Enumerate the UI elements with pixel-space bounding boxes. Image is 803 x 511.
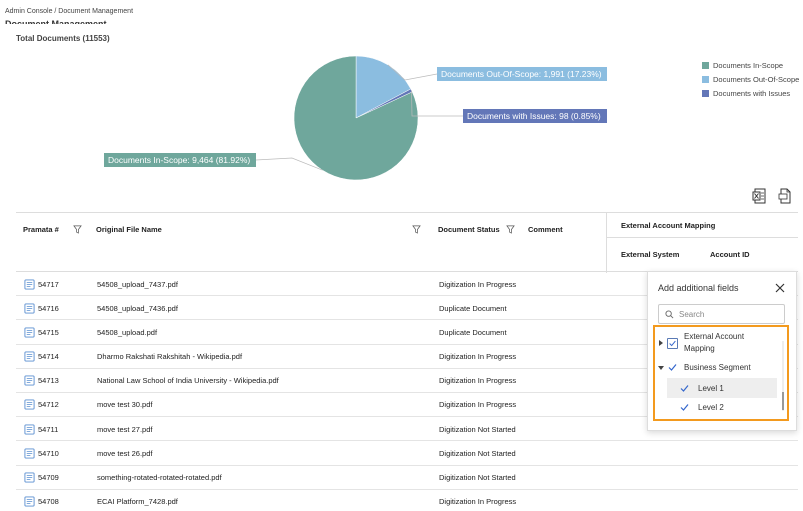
popup-title: Add additional fields bbox=[658, 283, 739, 293]
cell-pramata-id[interactable]: 54709 bbox=[24, 466, 59, 490]
cell-document-status: Duplicate Document bbox=[439, 303, 507, 313]
pdf-export-icon[interactable] bbox=[778, 188, 792, 204]
field-label: External Account bbox=[684, 332, 745, 341]
cell-pramata-id[interactable]: 54710 bbox=[24, 441, 59, 465]
legend-swatch bbox=[702, 89, 709, 97]
table-row[interactable]: 54708 ECAI Platform_7428.pdf Digitization … bbox=[16, 490, 798, 511]
cell-pramata-id[interactable]: 54715 bbox=[24, 320, 59, 344]
highlight-box: External Account Mapping Business Segmen… bbox=[653, 325, 789, 421]
cell-document-status: Digitization In Progress bbox=[439, 400, 517, 410]
field-label: Mapping bbox=[684, 344, 715, 353]
cell-document-status: Duplicate Document bbox=[439, 327, 507, 337]
cell-file-name: National Law School of India University … bbox=[97, 376, 279, 386]
cell-file-name: move test 27.pdf bbox=[97, 424, 153, 434]
search-icon bbox=[665, 309, 674, 318]
field-item-level-1[interactable]: Level 1 bbox=[667, 378, 777, 398]
legend-label: Documents Out-Of-Scope bbox=[713, 74, 800, 84]
field-label: Level 2 bbox=[698, 403, 724, 412]
field-item-external-account-mapping[interactable]: External Account Mapping bbox=[657, 331, 744, 355]
cell-pramata-id[interactable]: 54713 bbox=[24, 369, 59, 393]
cell-document-status: Digitization In Progress bbox=[439, 352, 517, 362]
field-item-level-2[interactable]: Level 2 bbox=[679, 402, 724, 413]
filter-icon[interactable] bbox=[412, 225, 421, 234]
cell-document-status: Digitization Not Started bbox=[439, 473, 516, 482]
document-icon[interactable] bbox=[24, 399, 35, 410]
field-label: Business Segment bbox=[684, 363, 751, 372]
callout-label: Documents In-Scope: 9,464 (81.92%) bbox=[108, 155, 250, 165]
callout-label: Documents with Issues: 98 (0.85%) bbox=[467, 111, 601, 121]
document-icon[interactable] bbox=[24, 303, 35, 314]
filter-icon[interactable] bbox=[73, 225, 82, 234]
table-row[interactable]: 54710 move test 26.pdf Digitization Not St… bbox=[16, 441, 798, 466]
header-account-id: Account ID bbox=[710, 250, 750, 259]
header-document-status: Document Status bbox=[438, 225, 515, 234]
legend-swatch bbox=[702, 75, 709, 83]
cell-document-status: Digitization Not Started bbox=[439, 424, 516, 434]
popup-search-input[interactable] bbox=[679, 309, 779, 319]
chart-legend: Documents In-Scope Documents Out-Of-Scop… bbox=[702, 58, 799, 100]
cell-file-name: 54508_upload_7437.pdf bbox=[97, 279, 178, 289]
caret-down-icon[interactable] bbox=[657, 364, 665, 372]
document-icon[interactable] bbox=[24, 496, 35, 507]
cell-file-name: move test 30.pdf bbox=[97, 400, 153, 410]
legend-label: Documents In-Scope bbox=[713, 60, 784, 70]
excel-export-icon[interactable] bbox=[752, 188, 766, 204]
field-label: Level 1 bbox=[698, 383, 724, 393]
cell-file-name: something-rotated-rotated-rotated.pdf bbox=[97, 473, 222, 482]
checkbox-checked-icon[interactable] bbox=[667, 337, 678, 349]
callout-label: Documents Out-Of-Scope: 1,991 (17.23%) bbox=[441, 69, 602, 79]
field-item-business-segment[interactable]: Business Segment bbox=[657, 362, 751, 373]
document-icon[interactable] bbox=[24, 472, 35, 483]
header-external-system: External System bbox=[621, 250, 680, 259]
legend-swatch bbox=[702, 61, 709, 69]
caret-right-icon[interactable] bbox=[657, 339, 665, 347]
document-icon[interactable] bbox=[24, 448, 35, 459]
header-file-name: Original File Name bbox=[96, 225, 162, 234]
cell-pramata-id[interactable]: 54714 bbox=[24, 345, 59, 369]
cell-document-status: Digitization In Progress bbox=[439, 497, 517, 507]
cell-file-name: 54508_upload_7436.pdf bbox=[97, 303, 178, 313]
popup-search-box bbox=[658, 304, 785, 324]
checkmark-icon[interactable] bbox=[667, 362, 678, 373]
cell-document-status: Digitization Not Started bbox=[439, 448, 516, 458]
legend-item-in-scope[interactable]: Documents In-Scope bbox=[702, 58, 799, 72]
add-fields-popup: Add additional fields External Account M… bbox=[647, 271, 797, 431]
document-icon[interactable] bbox=[24, 278, 35, 290]
document-icon[interactable] bbox=[24, 375, 35, 386]
table-row[interactable]: 54709 something-rotated-rotated-rotated.p… bbox=[16, 466, 798, 490]
cell-document-status: Digitization In Progress bbox=[439, 279, 517, 289]
close-icon[interactable] bbox=[774, 282, 786, 294]
legend-item-out-of-scope[interactable]: Documents Out-Of-Scope bbox=[702, 72, 799, 86]
cell-pramata-id[interactable]: 54716 bbox=[24, 296, 59, 320]
cell-pramata-id[interactable]: 54712 bbox=[24, 393, 59, 417]
cell-pramata-id[interactable]: 54708 bbox=[24, 490, 59, 511]
cell-file-name: 54508_upload.pdf bbox=[97, 327, 158, 337]
pie-chart: Documents In-Scope: 9,464 (81.92%) Docume… bbox=[104, 55, 607, 181]
cell-file-name: ECAI Platform_7428.pdf bbox=[97, 497, 178, 507]
header-pramata: Pramata # bbox=[23, 225, 82, 234]
header-external-account-mapping: External Account Mapping External System… bbox=[606, 213, 798, 273]
header-comment: Comment bbox=[528, 225, 563, 234]
cell-document-status: Digitization In Progress bbox=[439, 376, 517, 386]
document-icon[interactable] bbox=[24, 351, 35, 362]
cell-file-name: move test 26.pdf bbox=[97, 448, 153, 458]
cell-pramata-id[interactable]: 54711 bbox=[24, 417, 58, 441]
legend-label: Documents with Issues bbox=[713, 88, 791, 98]
callout-line bbox=[411, 90, 463, 117]
cell-pramata-id[interactable]: 54717 bbox=[24, 272, 59, 296]
document-icon[interactable] bbox=[24, 327, 35, 338]
table-header: Pramata # Original File Name Document St… bbox=[16, 212, 798, 273]
scrollbar-thumb[interactable] bbox=[782, 392, 784, 410]
filter-icon[interactable] bbox=[505, 225, 515, 234]
document-icon[interactable] bbox=[24, 424, 35, 435]
checkmark-icon[interactable] bbox=[679, 402, 690, 413]
checkmark-icon[interactable] bbox=[679, 383, 690, 394]
cell-file-name: Dharmo Rakshati Rakshitah - Wikipedia.pd… bbox=[97, 352, 243, 362]
legend-item-with-issues[interactable]: Documents with Issues bbox=[702, 86, 799, 100]
